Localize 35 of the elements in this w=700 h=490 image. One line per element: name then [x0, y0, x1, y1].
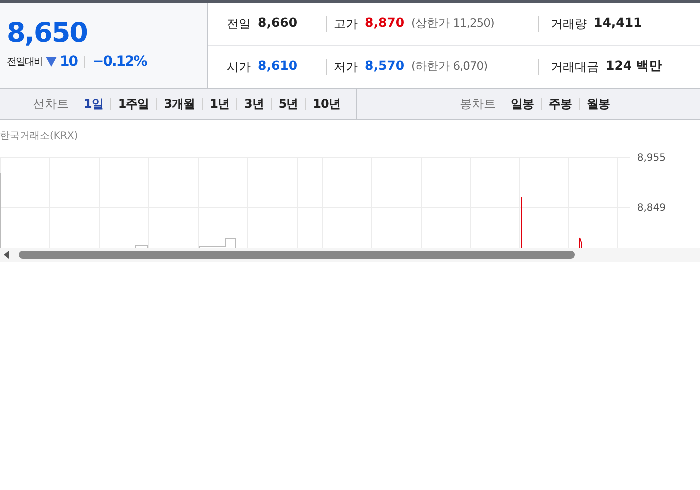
change-rate: −0.12% — [92, 52, 147, 72]
data-source-label: 한국거래소(KRX) — [0, 130, 80, 144]
period-tab[interactable]: 1일 — [81, 98, 110, 110]
period-tab[interactable]: 1년 — [202, 98, 236, 110]
stat-label: 거래량 — [551, 16, 587, 33]
period-tab[interactable]: 3개월 — [156, 98, 202, 110]
period-tab[interactable]: 주봉 — [541, 98, 579, 110]
y-axis-label: 8,849 — [637, 203, 666, 214]
stat-label: 전일 — [227, 16, 251, 33]
period-tab[interactable]: 월봉 — [579, 98, 617, 110]
price-limit: (하한가 6,070) — [412, 58, 488, 76]
change-amount: 10 — [60, 52, 78, 72]
period-tab[interactable]: 일봉 — [508, 98, 541, 110]
stat-value: 8,570 — [365, 57, 405, 76]
y-axis-label: 8,955 — [637, 153, 666, 164]
period-tab[interactable]: 3년 — [236, 98, 271, 110]
horizontal-scrollbar[interactable] — [0, 248, 700, 262]
stat-label: 고가 — [334, 16, 358, 33]
period-tab[interactable]: 10년 — [305, 98, 348, 110]
chart-type-label: 봉차트 — [460, 96, 496, 113]
stat-label: 시가 — [227, 58, 251, 76]
stat-label: 저가 — [334, 58, 358, 76]
scroll-left-icon[interactable] — [4, 251, 9, 259]
change-label: 전일대비 — [7, 56, 43, 70]
current-price: 8,650 — [7, 19, 88, 49]
price-limit: (상한가 11,250) — [412, 15, 494, 32]
stat-value: 14,411 — [594, 14, 642, 32]
stat-value: 8,870 — [365, 14, 405, 32]
stat-value: 8,610 — [258, 57, 298, 76]
stat-value: 8,660 — [258, 14, 298, 32]
chart-type-label: 선차트 — [33, 96, 69, 113]
stat-label: 거래대금 — [551, 58, 599, 76]
period-tab[interactable]: 1주일 — [110, 98, 156, 110]
stat-value: 124 백만 — [606, 57, 662, 76]
period-tab[interactable]: 5년 — [270, 98, 306, 110]
